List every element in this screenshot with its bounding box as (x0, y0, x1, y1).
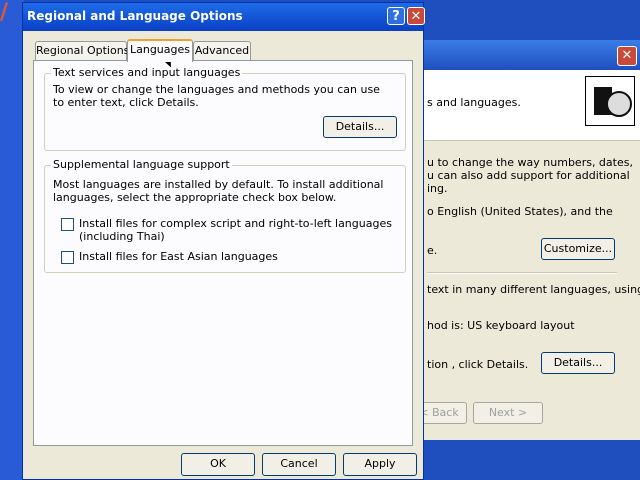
background-text-line: e. (427, 244, 438, 257)
ok-button[interactable]: OK (181, 453, 255, 476)
regional-language-dialog: Regional and Language Options ? ✕ Region… (22, 2, 425, 480)
close-icon[interactable]: ✕ (407, 7, 425, 25)
dialog-title: Regional and Language Options (27, 9, 243, 23)
background-text-line: u can also add support for additional (427, 169, 630, 182)
cancel-button[interactable]: Cancel (262, 453, 336, 476)
background-text-line: text in many different languages, using (427, 283, 640, 296)
complex-script-label[interactable]: Install files for complex script and rig… (79, 217, 399, 243)
background-text-line: tion , click Details. (427, 358, 529, 371)
background-details-button[interactable]: Details... (541, 352, 615, 374)
background-wizard-window: ✕ s and languages. u to change the way n… (411, 40, 640, 440)
tab-languages[interactable]: Languages (127, 39, 193, 62)
background-header-text: s and languages. (427, 96, 521, 109)
background-text-line: ing. (427, 182, 448, 195)
background-close-icon[interactable]: ✕ (617, 46, 637, 66)
background-text-line: o English (United States), and the (427, 205, 613, 218)
supplemental-language-group: Supplemental language support Most langu… (44, 158, 406, 273)
tab-advanced[interactable]: Advanced (193, 41, 251, 61)
text-services-legend: Text services and input languages (51, 66, 243, 79)
background-text-line: u to change the way numbers, dates, (427, 156, 633, 169)
east-asian-label[interactable]: Install files for East Asian languages (79, 250, 399, 263)
background-text-line: hod is: US keyboard layout (427, 319, 575, 332)
supplemental-legend: Supplemental language support (51, 158, 232, 171)
languages-tab-panel: Text services and input languages To vie… (33, 60, 413, 446)
regional-options-icon (585, 76, 635, 126)
customize-button[interactable]: Customize... (541, 238, 615, 260)
background-separator (427, 272, 617, 274)
details-button[interactable]: Details... (323, 116, 397, 138)
next-button: Next > (473, 402, 543, 424)
background-header: s and languages. (421, 70, 640, 141)
text-services-group: Text services and input languages To vie… (44, 66, 406, 151)
apply-button[interactable]: Apply (343, 453, 417, 476)
help-icon[interactable]: ? (387, 7, 405, 25)
east-asian-checkbox[interactable] (61, 251, 74, 264)
desktop-background (0, 0, 24, 480)
windows-logo-icon: / (0, 0, 9, 25)
supplemental-description: Most languages are installed by default.… (53, 178, 384, 204)
complex-script-checkbox[interactable] (61, 218, 74, 231)
background-titlebar: ✕ (421, 40, 640, 70)
tab-regional-options[interactable]: Regional Options (35, 41, 129, 61)
text-services-description: To view or change the languages and meth… (53, 83, 380, 109)
dialog-titlebar: Regional and Language Options ? ✕ (23, 3, 425, 31)
